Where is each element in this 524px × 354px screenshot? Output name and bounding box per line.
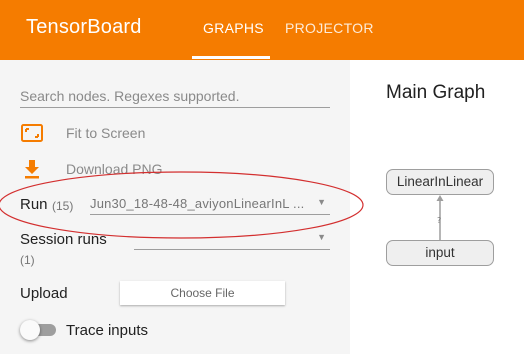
graph-node-linearinlinear[interactable]: LinearInLinear bbox=[386, 169, 494, 195]
edge-label: ? bbox=[437, 216, 441, 225]
graph-node-input[interactable]: input bbox=[386, 240, 494, 266]
